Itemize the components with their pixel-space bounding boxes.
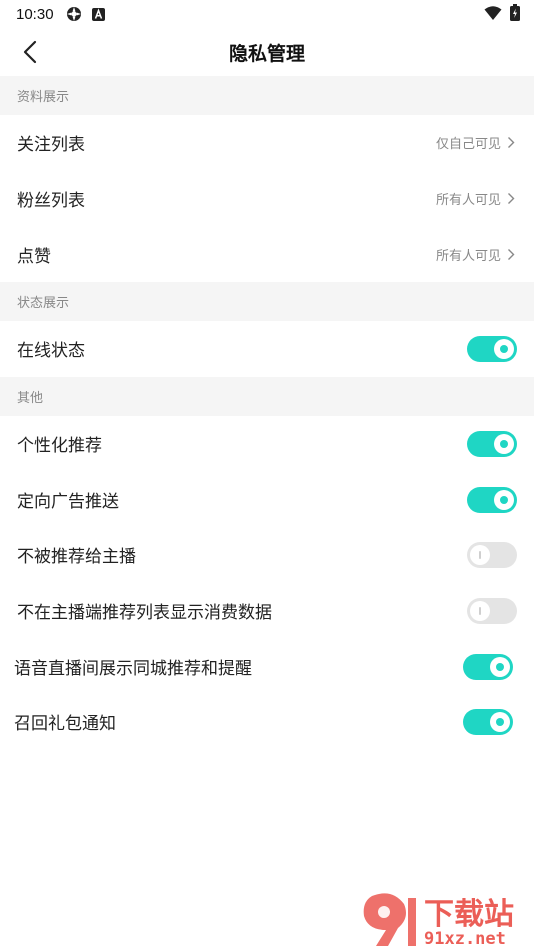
section-header-status: 状态展示 [0,282,534,321]
toggle-knob [494,338,514,359]
row-hide-consumption-data: 不在主播端推荐列表显示消费数据 [0,583,534,638]
row-fans-list[interactable]: 粉丝列表 所有人可见 [0,171,534,226]
toggle-knob [470,600,490,621]
row-online-status: 在线状态 [0,321,534,376]
chevron-right-icon [508,137,515,148]
watermark-domain: 91xz.net [424,929,506,948]
battery-icon [510,4,520,21]
row-value: 所有人可见 [435,249,501,264]
row-label: 在线状态 [17,341,85,361]
row-label: 关注列表 [17,135,85,155]
chevron-right-icon [508,193,515,204]
row-label: 语音直播间展示同城推荐和提醒 [14,659,252,679]
row-label: 召回礼包通知 [14,714,116,734]
row-label: 不被推荐给主播 [17,547,136,567]
toggle-knob [470,544,490,565]
site-watermark: 下载站 91xz.net [358,890,530,949]
personalized-recommendation-toggle[interactable] [467,430,517,457]
toggle-knob [490,656,510,677]
toggle-knob [494,489,514,510]
row-value: 仅自己可见 [435,137,501,152]
recall-gift-notification-toggle[interactable] [463,708,513,735]
wifi-icon [484,5,502,20]
nav-bar: 隐私管理 [0,28,534,76]
voice-live-recommendation-toggle[interactable] [463,653,513,680]
row-label: 个性化推荐 [17,436,102,456]
row-label: 粉丝列表 [17,191,85,211]
not-recommended-to-host-toggle[interactable] [467,541,517,568]
row-label: 不在主播端推荐列表显示消费数据 [17,603,272,623]
toggle-knob [490,711,510,732]
row-label: 定向广告推送 [17,492,119,512]
chevron-right-icon [508,249,515,260]
row-not-recommended-to-host: 不被推荐给主播 [0,527,534,582]
chevron-left-icon [23,40,37,64]
watermark-logo-icon: 下载站 91xz.net [363,893,514,949]
watermark-title: 下载站 [424,897,514,932]
row-follow-list[interactable]: 关注列表 仅自己可见 [0,115,534,170]
row-recall-gift-notification: 召回礼包通知 [0,694,534,749]
row-personalized-recommendation: 个性化推荐 [0,416,534,471]
row-voice-live-recommendation: 语音直播间展示同城推荐和提醒 [0,639,534,694]
status-bar: 10:30 [0,0,534,28]
status-time: 10:30 [16,5,54,23]
section-header-other: 其他 [0,377,534,416]
row-label: 点赞 [17,247,51,267]
row-value: 所有人可见 [435,193,501,208]
toggle-knob [494,433,514,454]
a-notification-icon [91,7,105,21]
targeted-ads-toggle[interactable] [467,486,517,513]
hide-consumption-data-toggle[interactable] [467,597,517,624]
row-targeted-ads: 定向广告推送 [0,472,534,527]
page-title: 隐私管理 [228,42,305,65]
row-likes[interactable]: 点赞 所有人可见 [0,227,534,282]
section-header-profile: 资料展示 [0,76,534,115]
back-button[interactable] [14,36,46,68]
online-status-toggle[interactable] [467,335,517,362]
sync-icon [66,7,81,21]
